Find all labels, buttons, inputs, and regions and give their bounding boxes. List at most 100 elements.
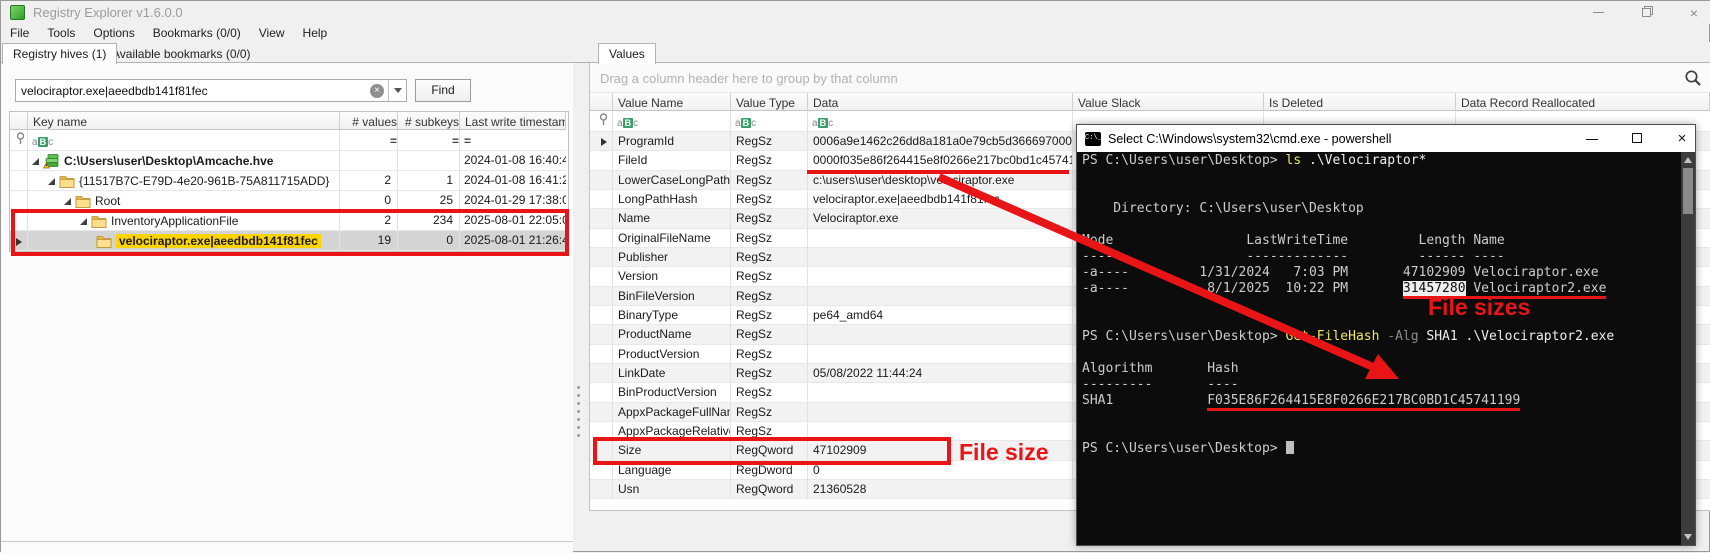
num-subkeys-cell xyxy=(398,151,460,171)
tree-row[interactable]: Root0252024-01-29 17:38:08 xyxy=(10,191,568,211)
value-type-cell: RegSz xyxy=(731,422,808,441)
abc-filter-icon[interactable]: aBc xyxy=(812,118,833,129)
last-write-timestamp-cell: 2025-08-01 21:26:49 xyxy=(460,231,566,251)
powershell-console[interactable]: PS C:\Users\user\Desktop> ls .\Velocirap… xyxy=(1077,152,1695,545)
equals-filter-icon[interactable]: = xyxy=(452,134,459,148)
chevron-down-icon xyxy=(394,88,402,93)
menu-item-bookmarks[interactable]: Bookmarks (0/0) xyxy=(144,26,250,40)
tab-values[interactable]: Values xyxy=(598,43,656,64)
expander-icon[interactable] xyxy=(80,218,87,225)
search-dropdown-button[interactable] xyxy=(388,80,406,101)
row-indicator xyxy=(590,209,613,228)
close-button[interactable]: × xyxy=(1685,4,1703,22)
console-text: PS C:\Users\user\Desktop> ls .\Velocirap… xyxy=(1082,153,1614,457)
value-type-cell: RegSz xyxy=(731,267,808,286)
expander-icon[interactable] xyxy=(32,158,39,165)
abc-filter-icon[interactable]: aBc xyxy=(617,118,638,129)
equals-filter-icon[interactable]: = xyxy=(464,134,471,148)
value-type-cell: RegSz xyxy=(731,325,808,344)
value-name-cell: ProgramId xyxy=(613,132,731,151)
row-indicator xyxy=(590,480,613,499)
menu-item-file[interactable]: File xyxy=(1,26,38,40)
value-type-cell: RegSz xyxy=(731,287,808,306)
registry-explorer-app: { "window": { "title": "Registry Explore… xyxy=(0,0,1710,552)
tree-row[interactable]: {11517B7C-E79D-4e20-961B-75A811715ADD}21… xyxy=(10,171,568,191)
left-panel-border xyxy=(1,541,573,542)
tree-col-key-name[interactable]: Key name xyxy=(28,112,340,130)
tree-col-last-write[interactable]: Last write timestamp xyxy=(460,112,566,130)
console-cursor xyxy=(1286,441,1294,454)
expander-icon[interactable] xyxy=(64,198,71,205)
folder-icon xyxy=(96,235,112,248)
value-type-cell: RegSz xyxy=(731,383,808,402)
data-cell xyxy=(808,229,1073,248)
tree-row[interactable]: C:\Users\user\Desktop\Amcache.hve2024-01… xyxy=(10,151,568,171)
cmd-icon: C:\_ xyxy=(1085,132,1101,146)
col-value-type[interactable]: Value Type xyxy=(731,93,808,111)
value-type-cell: RegSz xyxy=(731,171,808,190)
row-indicator xyxy=(590,403,613,422)
value-name-cell: LinkDate xyxy=(613,364,731,383)
col-value-name[interactable]: Value Name xyxy=(613,93,731,111)
equals-filter-icon[interactable]: = xyxy=(390,134,397,148)
row-indicator xyxy=(590,229,613,248)
col-is-deleted[interactable]: Is Deleted xyxy=(1264,93,1456,111)
data-cell xyxy=(808,422,1073,441)
powershell-title-bar[interactable]: C:\_ Select C:\Windows\system32\cmd.exe … xyxy=(1077,125,1695,152)
minimize-button[interactable] xyxy=(1589,4,1607,22)
tree-col-num-subkeys[interactable]: # subkeys xyxy=(398,112,460,130)
scrollbar-thumb[interactable] xyxy=(1683,168,1693,214)
value-name-cell: ProductVersion xyxy=(613,345,731,364)
tab-registry-hives[interactable]: Registry hives (1) xyxy=(2,43,117,64)
abc-filter-icon[interactable]: aBc xyxy=(735,118,756,129)
values-indicator-header xyxy=(590,93,613,111)
menu-item-options[interactable]: Options xyxy=(84,26,143,40)
last-write-timestamp-cell: 2024-01-29 17:38:08 xyxy=(460,191,566,211)
key-name-cell: C:\Users\user\Desktop\Amcache.hve xyxy=(28,151,340,171)
search-icon[interactable] xyxy=(1684,69,1702,92)
menu-item-help[interactable]: Help xyxy=(294,26,337,40)
tab-available-bookmarks[interactable]: Available bookmarks (0/0) xyxy=(102,43,261,64)
col-data[interactable]: Data xyxy=(808,93,1073,111)
last-write-timestamp-cell: 2024-01-08 16:41:26 xyxy=(460,171,566,191)
ps-minimize-button[interactable] xyxy=(1583,130,1601,147)
key-name-cell: {11517B7C-E79D-4e20-961B-75A811715ADD} xyxy=(28,171,340,191)
value-type-cell: RegSz xyxy=(731,403,808,422)
search-value: velociraptor.exe|aeedbdb141f81fec xyxy=(16,84,370,98)
row-indicator xyxy=(590,132,613,151)
tree-row[interactable]: velociraptor.exe|aeedbdb141f81fec1902025… xyxy=(10,231,568,251)
value-name-cell: AppxPackageFullName xyxy=(613,403,731,422)
num-subkeys-cell: 25 xyxy=(398,191,460,211)
tree-row[interactable]: InventoryApplicationFile22342025-08-01 2… xyxy=(10,211,568,231)
console-scrollbar[interactable] xyxy=(1681,152,1695,545)
value-type-cell: RegSz xyxy=(731,306,808,325)
powershell-window[interactable]: C:\_ Select C:\Windows\system32\cmd.exe … xyxy=(1076,124,1696,546)
ps-maximize-button[interactable] xyxy=(1628,130,1646,147)
data-cell: pe64_amd64 xyxy=(808,306,1073,325)
group-by-bar[interactable]: Drag a column header here to group by th… xyxy=(590,63,1710,93)
value-name-cell: BinaryType xyxy=(613,306,731,325)
filter-pin-icon xyxy=(16,132,25,150)
clear-search-icon[interactable]: × xyxy=(370,84,384,98)
menu-item-tools[interactable]: Tools xyxy=(38,26,84,40)
col-value-slack[interactable]: Value Slack xyxy=(1073,93,1264,111)
restore-button[interactable] xyxy=(1637,4,1655,22)
find-button[interactable]: Find xyxy=(415,79,471,102)
hive-icon xyxy=(43,154,60,169)
ps-close-button[interactable]: × xyxy=(1673,130,1691,147)
scroll-down-icon[interactable] xyxy=(1684,534,1692,540)
value-name-cell: BinProductVersion xyxy=(613,383,731,402)
menu-item-view[interactable]: View xyxy=(250,26,294,40)
last-write-timestamp-cell: 2025-08-01 22:05:06 xyxy=(460,211,566,231)
abc-filter-icon[interactable]: aBc xyxy=(32,137,53,148)
panel-splitter[interactable] xyxy=(577,381,581,442)
tree-indicator-header xyxy=(10,112,28,130)
num-subkeys-cell: 1 xyxy=(398,171,460,191)
scroll-up-icon[interactable] xyxy=(1684,157,1692,163)
tree-col-num-values[interactable]: # values xyxy=(340,112,398,130)
col-data-record-reallocated[interactable]: Data Record Reallocated xyxy=(1456,93,1710,111)
expander-icon[interactable] xyxy=(48,178,55,185)
search-input[interactable]: velociraptor.exe|aeedbdb141f81fec × xyxy=(15,79,407,102)
value-name-cell: OriginalFileName xyxy=(613,229,731,248)
key-name-label: InventoryApplicationFile xyxy=(111,214,238,228)
